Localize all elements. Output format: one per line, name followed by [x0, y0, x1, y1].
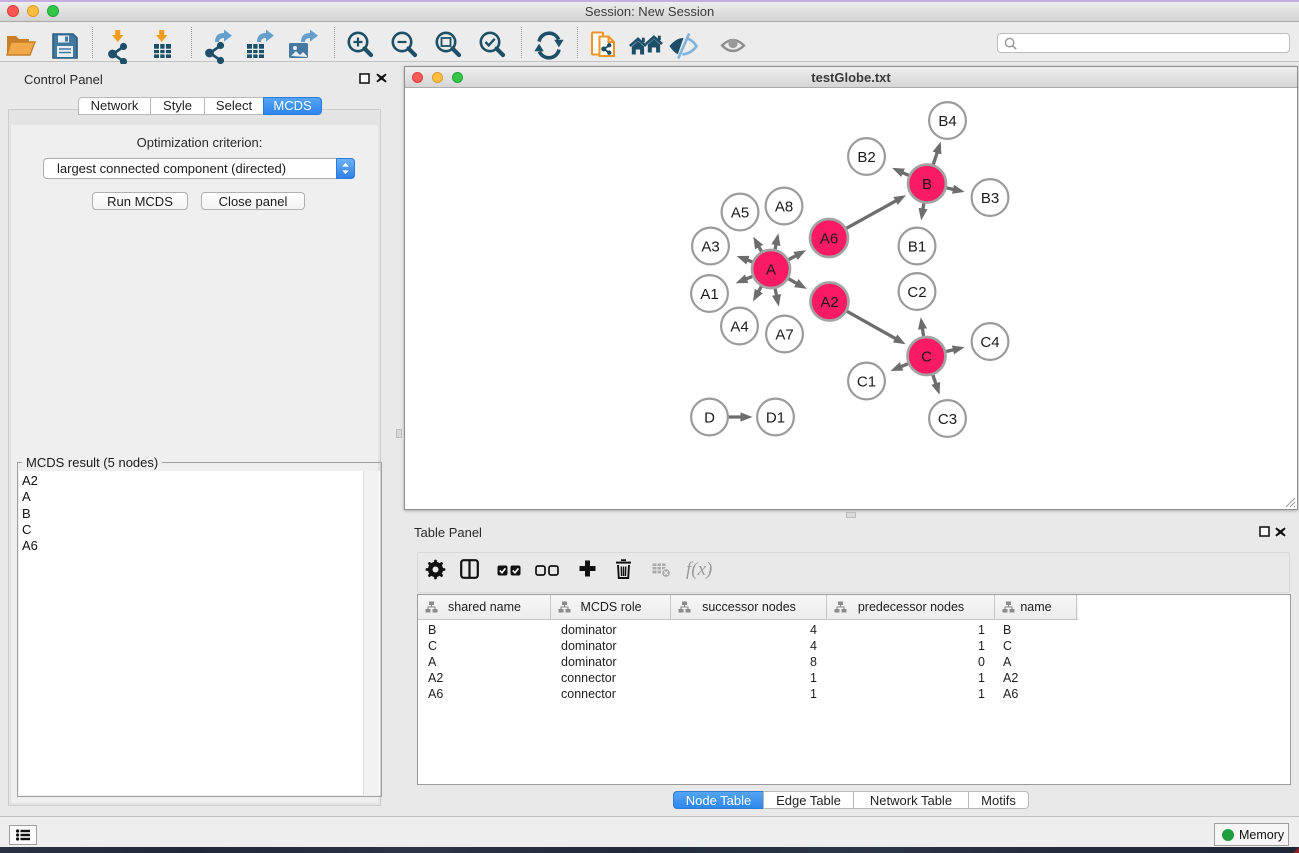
- svg-text:A6: A6: [820, 231, 838, 248]
- svg-text:A2: A2: [820, 294, 838, 311]
- svg-text:C2: C2: [907, 284, 926, 301]
- svg-text:A5: A5: [731, 205, 749, 222]
- svg-text:A7: A7: [775, 327, 793, 344]
- svg-text:B3: B3: [981, 190, 999, 207]
- svg-text:B4: B4: [938, 113, 956, 130]
- svg-text:B: B: [922, 176, 932, 193]
- svg-text:B1: B1: [908, 239, 926, 256]
- svg-text:C3: C3: [938, 411, 957, 428]
- svg-text:C4: C4: [980, 334, 999, 351]
- svg-text:A4: A4: [730, 319, 748, 336]
- svg-text:A1: A1: [700, 286, 718, 303]
- svg-text:A8: A8: [775, 199, 793, 216]
- svg-text:A: A: [766, 262, 776, 279]
- svg-text:C1: C1: [857, 374, 876, 391]
- svg-text:D1: D1: [766, 410, 785, 427]
- svg-text:B2: B2: [857, 149, 875, 166]
- svg-text:D: D: [704, 410, 715, 427]
- svg-text:A3: A3: [701, 239, 719, 256]
- svg-text:C: C: [921, 349, 932, 366]
